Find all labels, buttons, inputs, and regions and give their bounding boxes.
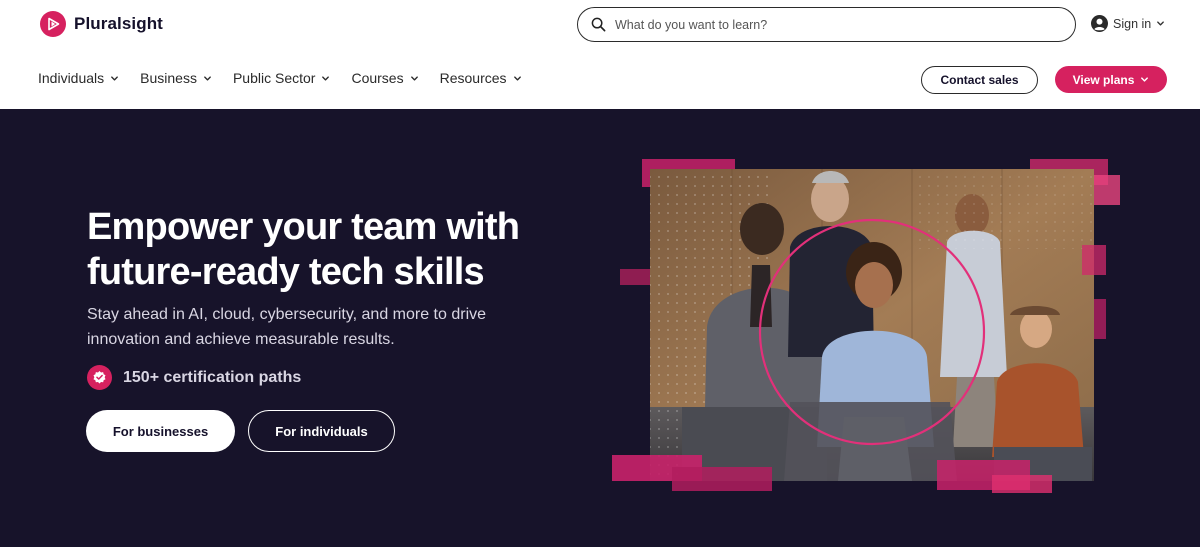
nav-item-label: Courses <box>351 70 404 86</box>
nav-item-business[interactable]: Business <box>140 70 212 86</box>
site-header: Pluralsight Sign in Individuals Business <box>0 0 1200 109</box>
contact-sales-button[interactable]: Contact sales <box>921 66 1038 94</box>
chevron-down-icon <box>111 75 119 81</box>
nav-item-label: Resources <box>439 70 507 86</box>
hero-section: Empower your team with future-ready tech… <box>0 109 1200 547</box>
brand-logo[interactable]: Pluralsight <box>40 11 163 37</box>
chevron-down-icon <box>513 75 521 81</box>
hero-title: Empower your team with future-ready tech… <box>87 206 520 293</box>
team-photo <box>612 159 1120 493</box>
for-individuals-button[interactable]: For individuals <box>248 410 395 452</box>
hero-subtitle: Stay ahead in AI, cloud, cybersecurity, … <box>87 306 487 348</box>
chevron-down-icon <box>1157 21 1165 26</box>
main-nav: Individuals Business Public Sector Cours… <box>38 70 522 86</box>
check-badge-icon <box>87 365 112 390</box>
user-circle-icon <box>1091 15 1108 32</box>
chevron-down-icon <box>1141 77 1149 82</box>
brand-name: Pluralsight <box>74 14 163 33</box>
nav-item-label: Business <box>140 70 197 86</box>
nav-item-resources[interactable]: Resources <box>440 70 522 86</box>
search-icon <box>591 17 606 32</box>
view-plans-label: View plans <box>1072 72 1135 87</box>
chevron-down-icon <box>410 75 418 81</box>
nav-item-individuals[interactable]: Individuals <box>38 70 119 86</box>
certification-highlight: 150+ certification paths <box>87 365 301 390</box>
search-box[interactable] <box>577 7 1076 42</box>
play-triangle-icon <box>40 11 66 37</box>
nav-item-label: Individuals <box>38 70 105 86</box>
view-plans-button[interactable]: View plans <box>1055 66 1167 93</box>
nav-item-public-sector[interactable]: Public Sector <box>233 70 330 86</box>
search-input[interactable] <box>615 17 1055 32</box>
sign-in-label: Sign in <box>1113 16 1152 31</box>
nav-item-label: Public Sector <box>232 70 316 86</box>
chevron-down-icon <box>204 75 211 81</box>
chevron-down-icon <box>322 75 330 81</box>
nav-item-courses[interactable]: Courses <box>351 70 418 86</box>
for-businesses-button[interactable]: For businesses <box>86 410 235 452</box>
sign-in-button[interactable]: Sign in <box>1091 15 1165 32</box>
certification-label: 150+ certification paths <box>123 368 302 386</box>
